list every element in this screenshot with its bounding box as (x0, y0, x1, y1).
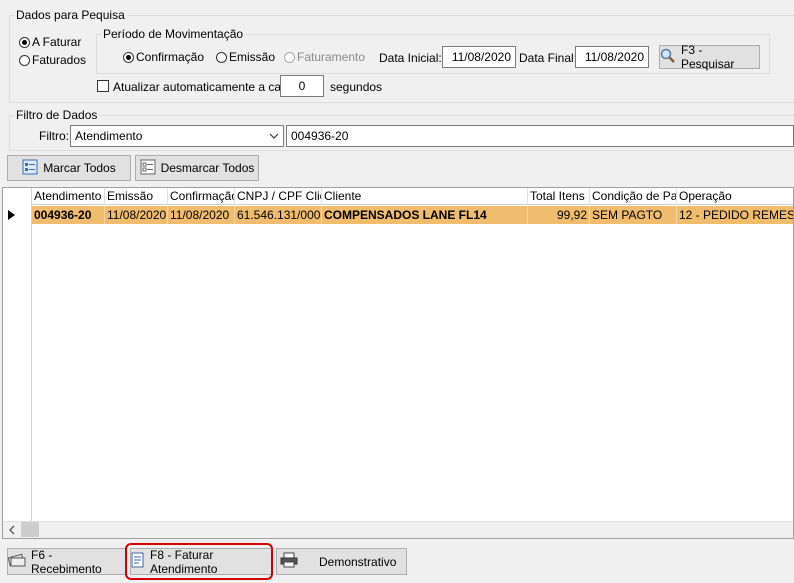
filter-group-title: Filtro de Dados (14, 108, 100, 122)
radio-emissao[interactable]: Emissão (216, 50, 275, 64)
search-button[interactable]: F3 - Pesquisar (659, 43, 760, 71)
cell-operacao[interactable]: 12 - PEDIDO REMESSA (677, 206, 793, 224)
report-button-label: Demonstrativo (319, 554, 397, 569)
cell-confirmacao[interactable]: 11/08/2020 (168, 206, 235, 224)
radio-faturamento-label: Faturamento (297, 50, 366, 64)
unchecked-list-icon (140, 159, 156, 178)
filter-label: Filtro: (39, 129, 69, 143)
column-header-atendimento[interactable]: Atendimento (32, 188, 105, 205)
scroll-thumb[interactable] (21, 522, 39, 537)
chevron-down-icon[interactable] (269, 126, 279, 152)
end-date-label: Data Final: (519, 51, 578, 65)
auto-update-label: Atualizar automaticamente a cada (113, 80, 295, 94)
radio-faturamento-dot (284, 51, 295, 63)
cell-total-itens[interactable]: 99,92 (528, 206, 590, 224)
filter-field-select[interactable]: Atendimento (70, 125, 284, 147)
mark-all-label: Marcar Todos (43, 161, 116, 175)
auto-update-suffix: segundos (330, 80, 383, 94)
column-header-operacao[interactable]: Operação (677, 188, 793, 205)
column-header-cliente[interactable]: Cliente (322, 188, 528, 205)
cell-emissao[interactable]: 11/08/2020 (105, 206, 168, 224)
cell-cliente[interactable]: COMPENSADOS LANE FL14 (322, 206, 528, 224)
start-date-label: Data Inicial: (379, 51, 442, 65)
radio-confirmacao[interactable]: Confirmação (123, 50, 204, 64)
scroll-left-icon[interactable] (8, 524, 16, 538)
filter-field-value: Atendimento (75, 129, 143, 143)
radio-confirmacao-label: Confirmação (136, 50, 205, 64)
column-header-confirmacao[interactable]: Confirmação (168, 188, 235, 205)
auto-update-seconds-input[interactable]: 0 (280, 75, 324, 97)
auto-update-checkbox[interactable] (97, 80, 109, 92)
radio-emissao-dot[interactable] (216, 51, 227, 63)
receive-button-label: F6 - Recebimento (31, 547, 102, 576)
unmark-all-button[interactable]: Desmarcar Todos (135, 155, 259, 181)
report-button[interactable]: Demonstrativo (276, 548, 407, 575)
invoice-button-highlight (125, 543, 273, 580)
radio-faturados[interactable]: Faturados (19, 53, 86, 67)
column-header-total-itens[interactable]: Total Itens (528, 188, 590, 205)
data-grid[interactable]: Atendimento Emissão Confirmação CNPJ / C… (2, 187, 794, 539)
radio-a-faturar[interactable]: A Faturar (19, 35, 81, 49)
radio-confirmacao-dot[interactable] (123, 51, 134, 63)
column-header-emissao[interactable]: Emissão (105, 188, 168, 205)
cell-atendimento[interactable]: 004936-20 (32, 206, 105, 224)
radio-a-faturar-dot[interactable] (19, 36, 30, 48)
receive-button[interactable]: F6 - Recebimento (7, 547, 126, 576)
magnifier-icon (660, 48, 676, 67)
cell-condicao[interactable]: SEM PAGTO (590, 206, 677, 224)
current-row-arrow-icon (8, 210, 15, 220)
printer-icon (280, 552, 298, 571)
money-icon (7, 552, 26, 571)
column-header-condicao[interactable]: Condição de Paga (590, 188, 677, 205)
period-group-title: Período de Movimentação (101, 27, 246, 41)
radio-emissao-label: Emissão (229, 50, 276, 64)
start-date-input[interactable]: 11/08/2020 (442, 46, 516, 68)
filter-text-input[interactable]: 004936-20 (286, 125, 794, 147)
column-header-cnpj[interactable]: CNPJ / CPF Client (235, 188, 322, 205)
radio-faturamento: Faturamento (284, 50, 365, 64)
radio-faturados-label: Faturados (32, 53, 87, 67)
checklist-icon (22, 159, 38, 178)
mark-all-button[interactable]: Marcar Todos (7, 155, 131, 181)
radio-faturados-dot[interactable] (19, 54, 30, 66)
cell-cnpj[interactable]: 61.546.131/0003 (235, 206, 322, 224)
end-date-input[interactable]: 11/08/2020 (575, 46, 649, 68)
unmark-all-label: Desmarcar Todos (160, 161, 255, 175)
search-group-title: Dados para Pequisa (14, 8, 127, 22)
search-button-label: F3 - Pesquisar (681, 43, 735, 71)
horizontal-scrollbar[interactable] (3, 521, 793, 538)
row-indicator-column (3, 188, 32, 538)
radio-a-faturar-label: A Faturar (32, 35, 82, 49)
